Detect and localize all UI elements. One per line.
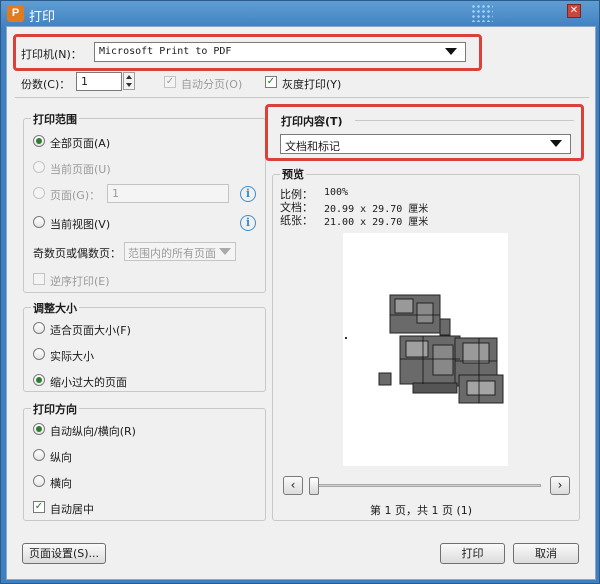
page-setup-button[interactable]: 页面设置(S)... xyxy=(22,543,106,564)
landscape-radio[interactable] xyxy=(33,475,45,487)
cancel-button[interactable]: 取消 xyxy=(513,543,579,564)
auto-orientation-label: 自动纵向/横向(R) xyxy=(50,425,136,438)
print-content-title: 打印内容(T) xyxy=(281,115,343,128)
odd-even-select[interactable]: 范围内的所有页面 xyxy=(124,242,236,261)
print-content-select[interactable]: 文档和标记 xyxy=(280,134,571,154)
printer-select[interactable]: Microsoft Print to PDF xyxy=(94,42,466,62)
all-pages-radio[interactable] xyxy=(33,135,45,147)
pages-radio[interactable] xyxy=(33,187,45,199)
page-slider-track[interactable] xyxy=(309,484,541,487)
paper-size-value: 21.00 x 29.70 厘米 xyxy=(324,217,429,228)
info-icon[interactable]: i xyxy=(240,186,256,202)
shrink-label: 缩小过大的页面 xyxy=(50,376,127,389)
copies-input[interactable]: 1 xyxy=(76,72,122,91)
wps-app-icon: P xyxy=(7,5,24,22)
collate-label: 自动分页(O) xyxy=(181,78,243,91)
current-page-radio[interactable] xyxy=(33,161,45,173)
page-status: 第 1 页，共 1 页 (1) xyxy=(370,504,473,517)
preview-page xyxy=(343,233,508,466)
odd-even-label: 奇数页或偶数页： xyxy=(33,247,121,260)
ratio-value: 100% xyxy=(324,187,349,198)
print-range-title: 打印范围 xyxy=(31,111,79,127)
copies-label: 份数(C)： xyxy=(21,78,71,91)
pages-input[interactable]: 1 xyxy=(107,184,229,203)
chevron-down-icon xyxy=(445,48,457,55)
content-divider xyxy=(355,120,574,121)
all-pages-label: 全部页面(A) xyxy=(50,137,111,150)
portrait-label: 纵向 xyxy=(50,451,72,464)
page-slider-thumb[interactable] xyxy=(309,477,319,495)
copies-value: 1 xyxy=(81,75,88,88)
collate-checkbox[interactable]: ✓ xyxy=(164,76,176,88)
copies-stepper[interactable] xyxy=(123,72,135,90)
current-view-label: 当前视图(V) xyxy=(50,218,111,231)
print-content-value: 文档和标记 xyxy=(285,140,340,153)
actual-size-label: 实际大小 xyxy=(50,350,94,363)
auto-orientation-radio[interactable] xyxy=(33,423,45,435)
paper-size-label: 纸张： xyxy=(280,214,313,227)
floor-plan-thumbnail xyxy=(345,294,504,404)
orientation-title: 打印方向 xyxy=(31,401,79,417)
print-button[interactable]: 打印 xyxy=(440,543,505,564)
print-dialog: P 打印 ✕ 打印机(N)： Microsoft Print to PDF 份数… xyxy=(0,0,600,584)
shrink-radio[interactable] xyxy=(33,374,45,386)
dialog-body: 打印机(N)： Microsoft Print to PDF 份数(C)： 1 … xyxy=(6,26,596,580)
grid-dots-icon xyxy=(471,4,493,22)
preview-title: 预览 xyxy=(280,166,306,182)
divider xyxy=(15,97,589,98)
grayscale-label: 灰度打印(Y) xyxy=(282,78,342,91)
current-view-radio[interactable] xyxy=(33,216,45,228)
reverse-checkbox[interactable] xyxy=(33,273,45,285)
portrait-radio[interactable] xyxy=(33,449,45,461)
scale-title: 调整大小 xyxy=(31,300,79,316)
chevron-down-icon xyxy=(550,140,562,147)
reverse-label: 逆序打印(E) xyxy=(50,275,110,288)
fit-page-label: 适合页面大小(F) xyxy=(50,324,131,337)
center-label: 自动居中 xyxy=(50,503,94,516)
grayscale-checkbox[interactable]: ✓ xyxy=(265,76,277,88)
odd-even-value: 范围内的所有页面 xyxy=(128,247,216,260)
pages-label: 页面(G)： xyxy=(50,189,101,202)
landscape-label: 横向 xyxy=(50,477,72,490)
printer-label: 打印机(N)： xyxy=(21,48,82,61)
actual-size-radio[interactable] xyxy=(33,348,45,360)
printer-select-value: Microsoft Print to PDF xyxy=(99,46,232,57)
title-bar: P 打印 ✕ xyxy=(1,1,600,27)
pages-input-value: 1 xyxy=(112,187,119,200)
next-page-button[interactable]: › xyxy=(550,476,570,495)
info-icon[interactable]: i xyxy=(240,215,256,231)
window-title: 打印 xyxy=(29,10,56,25)
current-page-label: 当前页面(U) xyxy=(50,163,111,176)
fit-page-radio[interactable] xyxy=(33,322,45,334)
prev-page-button[interactable]: ‹ xyxy=(283,476,303,495)
chevron-down-icon xyxy=(219,248,231,255)
close-button[interactable]: ✕ xyxy=(567,4,581,18)
center-checkbox[interactable]: ✓ xyxy=(33,501,45,513)
